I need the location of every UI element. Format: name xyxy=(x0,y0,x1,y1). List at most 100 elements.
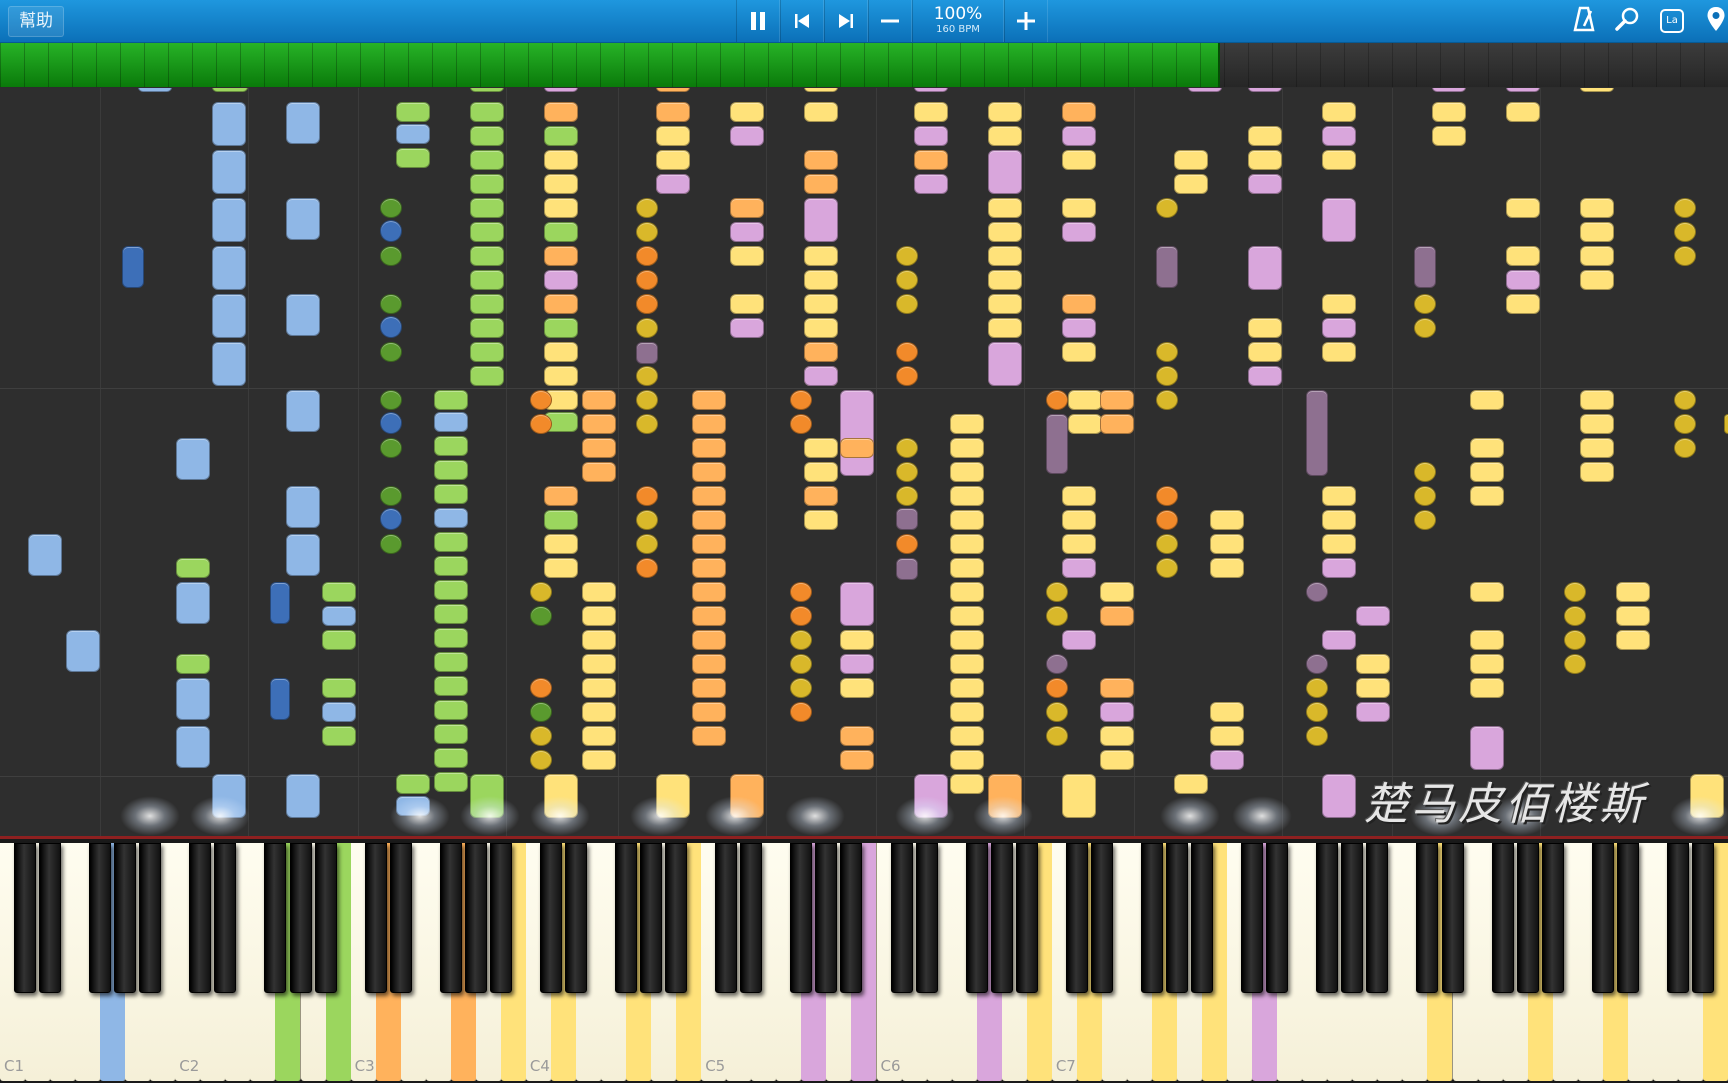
piano-black-key[interactable] xyxy=(1441,843,1464,993)
falling-note xyxy=(1356,606,1390,626)
falling-note xyxy=(1580,222,1614,242)
next-button[interactable] xyxy=(824,0,868,42)
octave-gridline xyxy=(1282,88,1283,836)
song-progress-bar[interactable] xyxy=(0,43,1728,87)
piano-black-key[interactable] xyxy=(1141,843,1163,993)
piano-black-key[interactable] xyxy=(1341,843,1364,993)
falling-note xyxy=(380,438,402,458)
piano-black-key[interactable] xyxy=(214,843,237,993)
piano-black-key[interactable] xyxy=(1015,843,1038,993)
piano-keyboard: C1 C2 C3 C4 C5 C6 C7 xyxy=(0,836,1728,1083)
falling-note xyxy=(212,150,246,194)
falling-note xyxy=(28,534,62,576)
piano-black-key[interactable] xyxy=(990,843,1013,993)
falling-note xyxy=(790,702,812,722)
falling-note xyxy=(1062,198,1096,218)
piano-black-key[interactable] xyxy=(439,843,462,993)
falling-note xyxy=(914,174,948,194)
falling-note xyxy=(790,630,812,650)
piano-black-key[interactable] xyxy=(640,843,663,993)
piano-black-key[interactable] xyxy=(1616,843,1639,993)
piano-black-key[interactable] xyxy=(965,843,988,993)
pause-button[interactable] xyxy=(736,0,780,42)
piano-black-key[interactable] xyxy=(1090,843,1113,993)
falling-note xyxy=(1100,678,1134,698)
falling-note xyxy=(544,174,578,194)
falling-note xyxy=(988,126,1022,146)
piano-black-key[interactable] xyxy=(14,843,37,993)
falling-note xyxy=(730,246,764,266)
falling-note xyxy=(434,604,468,624)
piano-black-key[interactable] xyxy=(1666,843,1689,993)
falling-note xyxy=(544,342,578,362)
piano-black-key[interactable] xyxy=(189,843,212,993)
help-button[interactable]: 幫助 xyxy=(8,6,64,37)
piano-black-key[interactable] xyxy=(1266,843,1289,993)
piano-black-key[interactable] xyxy=(89,843,112,993)
piano-black-key[interactable] xyxy=(139,843,162,993)
piano-black-key[interactable] xyxy=(1541,843,1564,993)
piano-black-key[interactable] xyxy=(715,843,738,993)
falling-note xyxy=(1580,246,1614,266)
piano-black-key[interactable] xyxy=(915,843,938,993)
piano-black-key[interactable] xyxy=(615,843,638,993)
piano-black-key[interactable] xyxy=(1591,843,1614,993)
piano-black-key[interactable] xyxy=(1316,843,1339,993)
metronome-button[interactable] xyxy=(1566,0,1602,42)
falling-note xyxy=(692,534,726,554)
piano-black-key[interactable] xyxy=(314,843,337,993)
falling-note xyxy=(396,148,430,168)
piano-black-key[interactable] xyxy=(1366,843,1389,993)
piano-black-key[interactable] xyxy=(1491,843,1514,993)
falling-note xyxy=(1062,102,1096,122)
search-icon xyxy=(1615,6,1641,36)
speed-readout[interactable]: 100% 160 BPM xyxy=(912,0,1004,42)
piano-black-key[interactable] xyxy=(1691,843,1714,993)
piano-black-key[interactable] xyxy=(264,843,287,993)
falling-note xyxy=(692,606,726,626)
piano-black-key[interactable] xyxy=(740,843,763,993)
falling-note xyxy=(470,270,504,290)
piano-black-key[interactable] xyxy=(464,843,487,993)
faster-button[interactable] xyxy=(1004,0,1048,42)
piano-black-key[interactable] xyxy=(389,843,412,993)
falling-note xyxy=(582,414,616,434)
falling-note xyxy=(1414,486,1436,506)
falling-note xyxy=(636,342,658,364)
piano-black-key[interactable] xyxy=(114,843,137,993)
piano-black-key[interactable] xyxy=(1166,843,1189,993)
piano-black-key[interactable] xyxy=(1416,843,1439,993)
piano-black-key[interactable] xyxy=(890,843,913,993)
piano-black-key[interactable] xyxy=(1516,843,1539,993)
piano-black-key[interactable] xyxy=(840,843,863,993)
previous-button[interactable] xyxy=(780,0,824,42)
piano-black-key[interactable] xyxy=(489,843,512,993)
piano-black-key[interactable] xyxy=(1065,843,1088,993)
falling-note xyxy=(286,294,320,336)
falling-note xyxy=(1046,390,1068,410)
piano-black-key[interactable] xyxy=(815,843,838,993)
falling-note xyxy=(692,558,726,578)
piano-black-key[interactable] xyxy=(665,843,688,993)
search-button[interactable] xyxy=(1610,0,1646,42)
falling-note xyxy=(322,726,356,746)
piano-black-key[interactable] xyxy=(790,843,813,993)
note-labels-button[interactable]: La xyxy=(1654,0,1690,42)
location-button[interactable] xyxy=(1698,0,1728,42)
watermark-chinese: 楚马皮佰楼斯 xyxy=(1364,779,1646,830)
falling-note xyxy=(1322,342,1356,362)
piano-black-key[interactable] xyxy=(539,843,562,993)
piano-black-key[interactable] xyxy=(1191,843,1214,993)
falling-note xyxy=(470,366,504,386)
falling-note xyxy=(988,246,1022,266)
falling-note xyxy=(840,438,874,458)
piano-black-key[interactable] xyxy=(364,843,387,993)
piano-black-key[interactable] xyxy=(1241,843,1264,993)
octave-gridline xyxy=(506,88,507,836)
piano-black-key[interactable] xyxy=(289,843,312,993)
piano-black-key[interactable] xyxy=(39,843,62,993)
piano-black-key[interactable] xyxy=(565,843,587,993)
falling-note xyxy=(1322,510,1356,530)
falling-note xyxy=(380,198,402,218)
slower-button[interactable] xyxy=(868,0,912,42)
